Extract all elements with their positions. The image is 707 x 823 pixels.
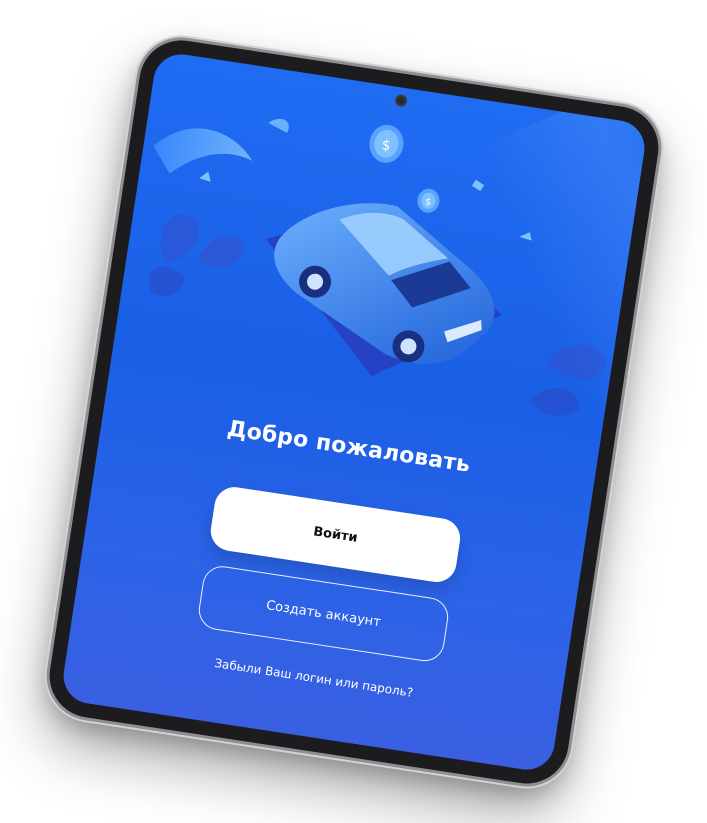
tablet-device-frame: $ $ Добро пожаловать Войти Создать аккау… xyxy=(43,34,665,790)
app-screen: $ $ Добро пожаловать Войти Создать аккау… xyxy=(59,50,649,774)
leaf-decoration-left xyxy=(149,214,244,296)
coin-large: $ xyxy=(369,124,404,163)
leaf-decoration-right xyxy=(529,344,606,416)
forgot-credentials-link[interactable]: Забыли Ваш логин или пароль? xyxy=(68,634,561,722)
ribbon-decoration xyxy=(153,118,289,174)
coin-small: $ xyxy=(417,188,440,213)
car xyxy=(274,203,495,364)
stage: $ $ Добро пожаловать Войти Создать аккау… xyxy=(0,0,707,823)
